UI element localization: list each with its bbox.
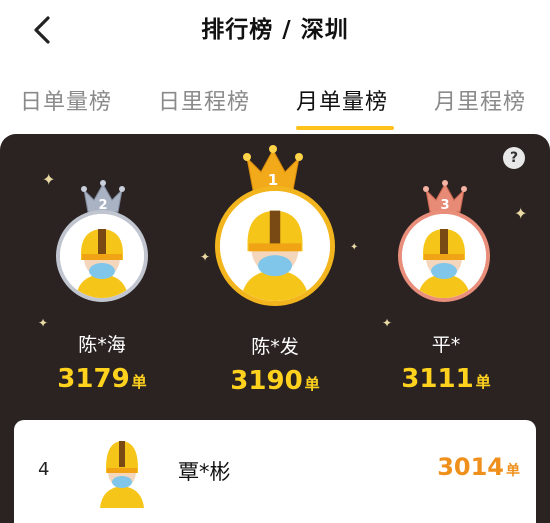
unit-label: 单 [506, 463, 520, 479]
podium-name-2: 陈*海 [78, 334, 126, 356]
tab-monthly-mileage[interactable]: 月里程榜 [434, 84, 526, 116]
tab-monthly-orders[interactable]: 月单量榜 [296, 84, 388, 116]
tab-daily-mileage[interactable]: 日里程榜 [158, 84, 250, 116]
sparkle-icon: ✦ [350, 242, 359, 253]
avatar[interactable] [56, 210, 148, 302]
avatar[interactable] [398, 210, 490, 302]
sparkle-icon: ✦ [38, 316, 49, 330]
list-rank: 4 [38, 459, 50, 480]
page-title: 排行榜 / 深圳 [201, 17, 349, 43]
podium-score-value: 3190 [230, 366, 303, 396]
podium-name-3: 平* [431, 334, 461, 356]
list-name: 覃*彬 [178, 460, 231, 484]
tab-daily-orders[interactable]: 日单量榜 [20, 84, 112, 116]
unit-label: 单 [304, 375, 320, 393]
unit-label: 单 [131, 373, 147, 391]
sparkle-icon: ✦ [200, 250, 211, 264]
list-score: 3014 单 [420, 453, 520, 481]
active-tab-indicator [296, 126, 394, 130]
list-score-value: 3014 [437, 453, 504, 481]
podium-score-value: 3111 [401, 364, 474, 394]
header: 排行榜 / 深圳 [0, 0, 550, 60]
podium-score-value: 3179 [57, 364, 130, 394]
tab-bar: 日单量榜 日里程榜 月单量榜 月里程榜 [0, 72, 550, 132]
podium-score-1: 3190 单 [195, 366, 355, 396]
avatar[interactable] [215, 186, 335, 306]
sparkle-icon: ✦ [514, 204, 528, 223]
avatar [94, 432, 150, 508]
unit-label: 单 [475, 373, 491, 391]
sparkle-icon: ✦ [382, 316, 393, 330]
sparkle-icon: ✦ [42, 170, 56, 189]
podium-name-1: 陈*发 [251, 336, 299, 358]
question-icon[interactable]: ? [503, 147, 525, 169]
podium-score-3: 3111 单 [366, 364, 526, 394]
podium-score-2: 3179 单 [22, 364, 182, 394]
